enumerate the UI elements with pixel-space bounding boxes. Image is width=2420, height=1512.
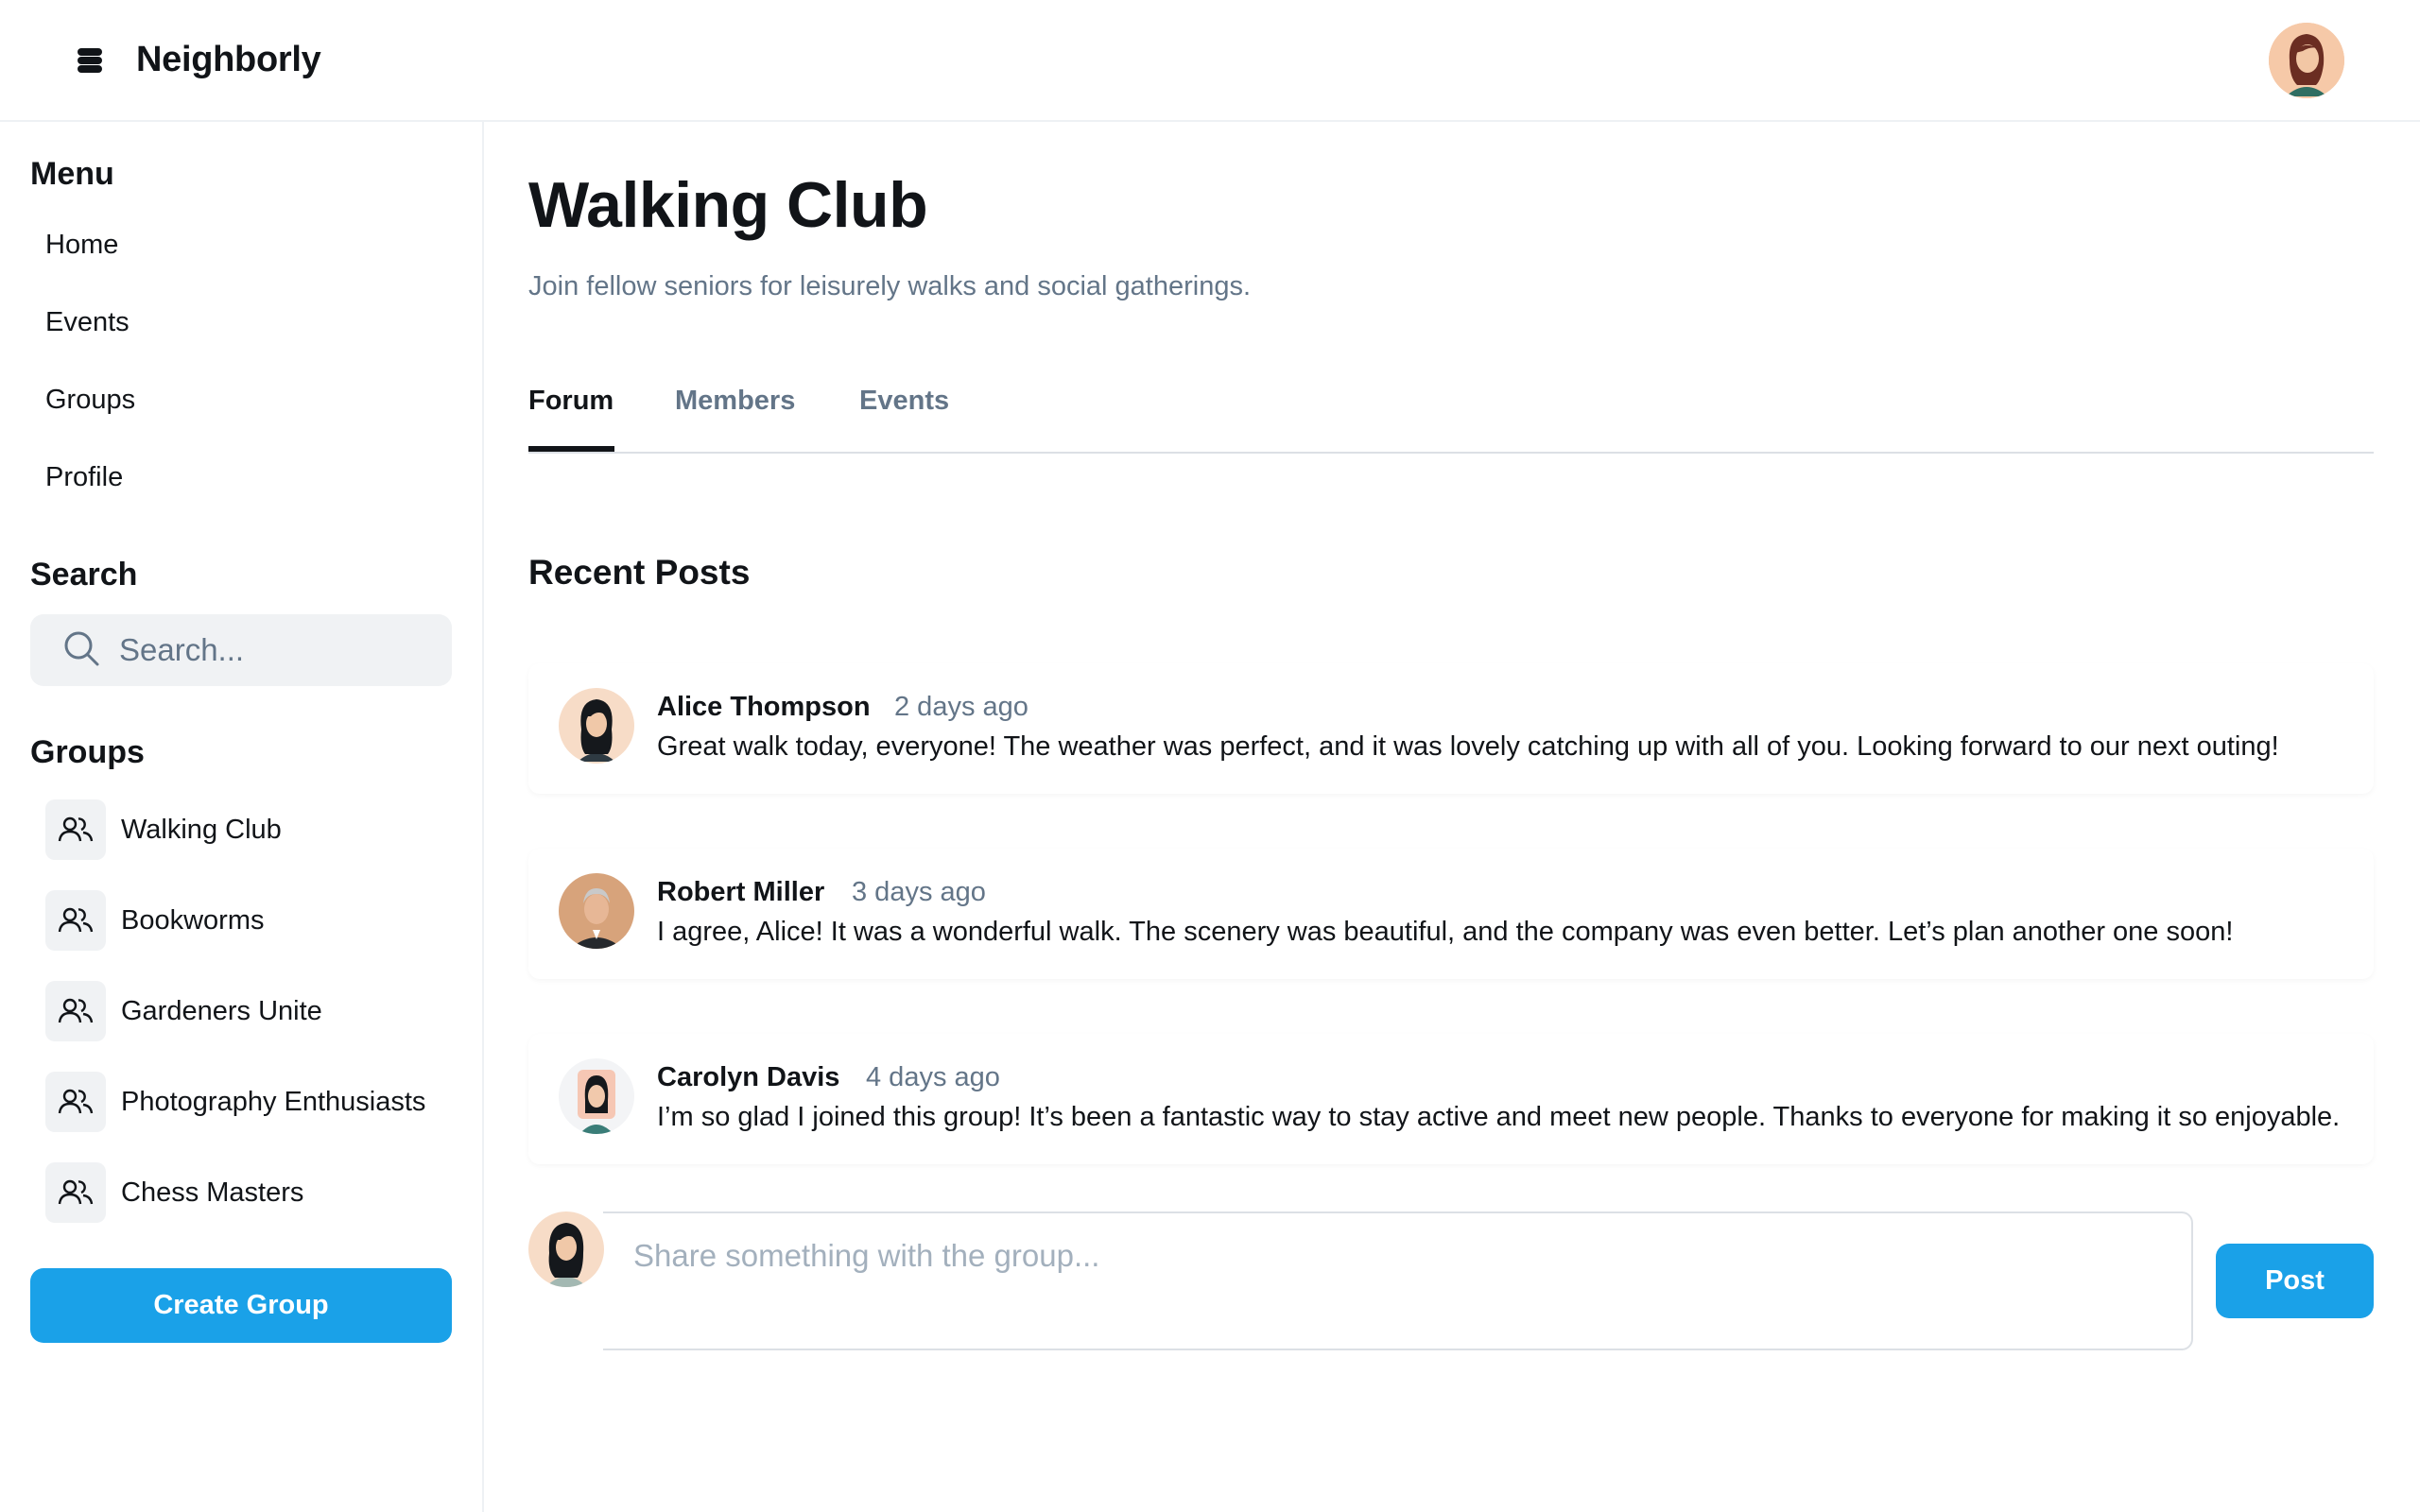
post-card: Carolyn Davis 4 days ago I’m so glad I j… — [528, 1034, 2374, 1164]
avatar[interactable] — [559, 688, 634, 764]
sidebar-item-groups[interactable]: Groups — [45, 385, 135, 416]
post-timestamp: 2 days ago — [894, 692, 1028, 722]
groups-heading: Groups — [30, 734, 145, 770]
group-label: Chess Masters — [121, 1177, 304, 1208]
top-header: Neighborly — [0, 0, 2420, 122]
users-icon — [45, 890, 106, 951]
post-timestamp: 3 days ago — [852, 877, 986, 907]
create-group-button[interactable]: Create Group — [30, 1268, 452, 1343]
search-icon — [62, 629, 100, 672]
group-item-gardeners-unite[interactable]: Gardeners Unite — [45, 981, 322, 1041]
tab-events[interactable]: Events — [859, 386, 949, 417]
group-label: Walking Club — [121, 814, 282, 845]
users-icon — [45, 799, 106, 860]
tab-members[interactable]: Members — [675, 386, 795, 417]
group-label: Photography Enthusiasts — [121, 1086, 426, 1117]
group-item-photography-enthusiasts[interactable]: Photography Enthusiasts — [45, 1072, 425, 1132]
post-author[interactable]: Alice Thompson — [657, 692, 871, 723]
search-input[interactable]: Search... — [30, 614, 452, 686]
avatar[interactable] — [559, 1058, 634, 1134]
composer-placeholder: Share something with the group... — [633, 1238, 1100, 1273]
stack-icon[interactable] — [76, 46, 104, 75]
group-item-chess-masters[interactable]: Chess Masters — [45, 1162, 303, 1223]
brand-name[interactable]: Neighborly — [136, 40, 321, 80]
menu-heading: Menu — [30, 156, 114, 192]
post-author[interactable]: Carolyn Davis — [657, 1062, 839, 1093]
section-title: Recent Posts — [528, 553, 751, 592]
sidebar: Menu Home Events Groups Profile Search S… — [0, 122, 484, 1512]
users-icon — [45, 981, 106, 1041]
sidebar-item-events[interactable]: Events — [45, 307, 130, 338]
post-button[interactable]: Post — [2216, 1244, 2374, 1318]
search-heading: Search — [30, 557, 138, 593]
sidebar-item-profile[interactable]: Profile — [45, 462, 123, 493]
group-label: Bookworms — [121, 904, 265, 936]
post-body: Great walk today, everyone! The weather … — [657, 731, 2279, 762]
page-title: Walking Club — [528, 169, 928, 241]
avatar[interactable] — [559, 873, 634, 949]
group-label: Gardeners Unite — [121, 995, 322, 1026]
tab-forum[interactable]: Forum — [528, 386, 614, 417]
post-author[interactable]: Robert Miller — [657, 877, 824, 908]
page-subtitle: Join fellow seniors for leisurely walks … — [528, 271, 1252, 301]
post-body: I agree, Alice! It was a wonderful walk.… — [657, 917, 2234, 947]
avatar[interactable] — [528, 1211, 604, 1287]
post-card: Robert Miller 3 days ago I agree, Alice!… — [528, 849, 2374, 979]
users-icon — [45, 1072, 106, 1132]
sidebar-item-home[interactable]: Home — [45, 230, 118, 261]
post-composer-input[interactable]: Share something with the group... — [603, 1211, 2193, 1350]
search-placeholder: Search... — [119, 632, 245, 667]
post-card: Alice Thompson 2 days ago Great walk tod… — [528, 663, 2374, 794]
group-item-walking-club[interactable]: Walking Club — [45, 799, 282, 860]
active-tab-indicator — [528, 446, 614, 452]
post-body: I’m so glad I joined this group! It’s be… — [657, 1102, 2341, 1132]
group-item-bookworms[interactable]: Bookworms — [45, 890, 265, 951]
post-timestamp: 4 days ago — [866, 1062, 1000, 1092]
users-icon — [45, 1162, 106, 1223]
tab-bar: Forum Members Events — [528, 382, 2374, 454]
user-avatar[interactable] — [2269, 23, 2344, 98]
